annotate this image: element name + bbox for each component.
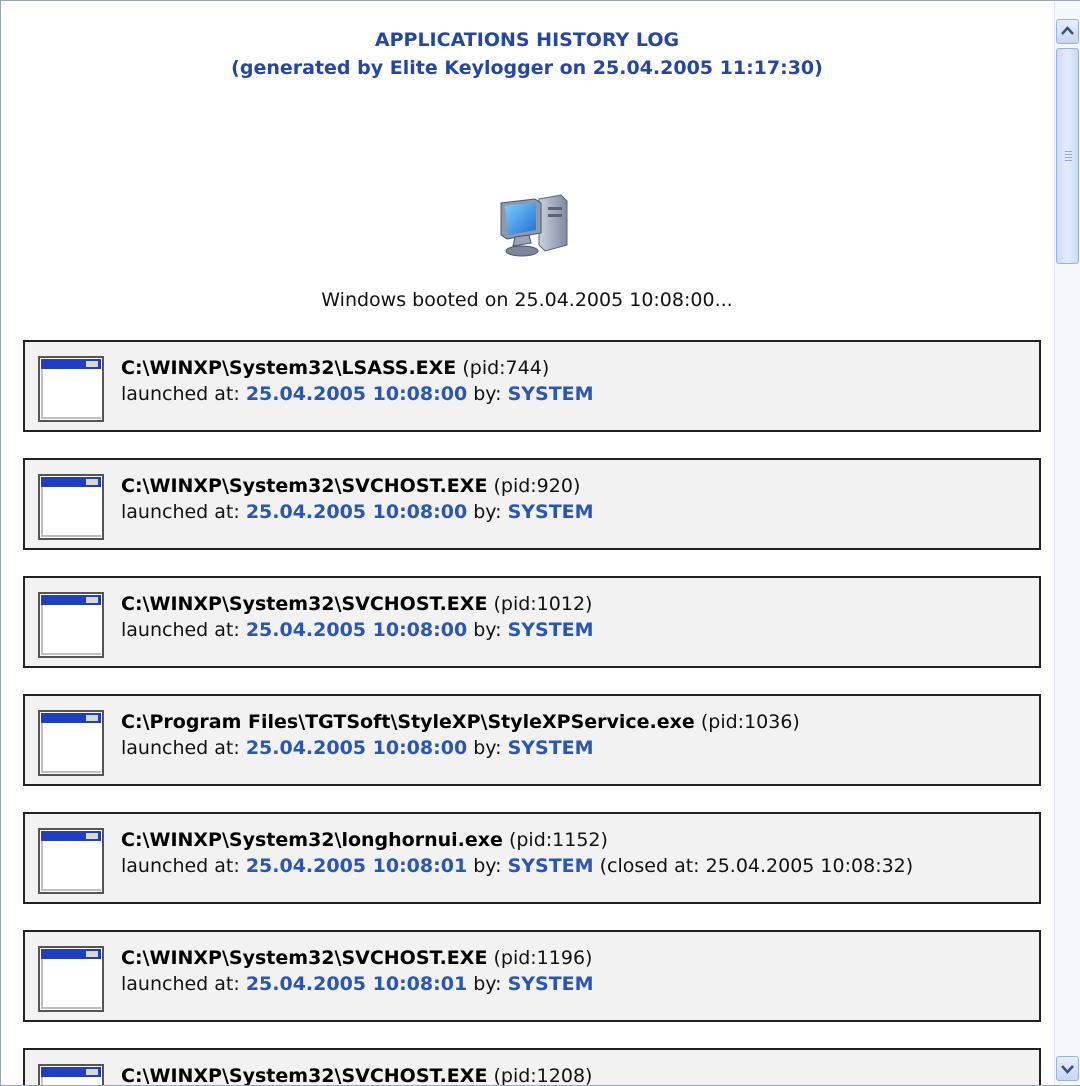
launch-user: SYSTEM xyxy=(507,973,594,995)
launch-time: 25.04.2005 10:08:01 xyxy=(245,855,468,877)
scroll-thumb[interactable] xyxy=(1056,48,1079,264)
log-entry: C:\WINXP\System32\SVCHOST.EXE (pid:1208)… xyxy=(23,1048,1041,1085)
log-entry: C:\WINXP\System32\SVCHOST.EXE (pid:920) l… xyxy=(23,458,1041,550)
vertical-scrollbar[interactable] xyxy=(1054,1,1080,1085)
launched-label: launched at: xyxy=(121,855,240,877)
launched-label: launched at: xyxy=(121,619,240,641)
log-entry: C:\WINXP\System32\longhornui.exe (pid:11… xyxy=(23,812,1041,904)
by-label: by: xyxy=(473,973,502,995)
launch-time: 25.04.2005 10:08:00 xyxy=(245,501,468,523)
entry-path: C:\WINXP\System32\longhornui.exe xyxy=(121,829,503,851)
launch-time: 25.04.2005 10:08:00 xyxy=(245,737,468,759)
entry-path: C:\WINXP\System32\SVCHOST.EXE xyxy=(121,593,488,615)
log-entry: C:\Program Files\TGTSoft\StyleXP\StyleXP… xyxy=(23,694,1041,786)
application-window-icon xyxy=(38,356,104,422)
application-window-icon xyxy=(38,592,104,658)
by-label: by: xyxy=(473,737,502,759)
closed-info: (closed at: 25.04.2005 10:08:32) xyxy=(599,855,914,877)
entry-line-2: launched at: 25.04.2005 10:08:01 by: SYS… xyxy=(121,971,594,997)
launched-label: launched at: xyxy=(121,973,240,995)
entry-line-2: launched at: 25.04.2005 10:08:00 by: SYS… xyxy=(121,617,594,643)
entry-pid: (pid:1152) xyxy=(508,829,608,851)
page-title: APPLICATIONS HISTORY LOG xyxy=(374,29,680,51)
launched-label: launched at: xyxy=(121,737,240,759)
entry-line-2: launched at: 25.04.2005 10:08:00 by: SYS… xyxy=(121,735,800,761)
by-label: by: xyxy=(473,855,502,877)
entry-line-1: C:\WINXP\System32\SVCHOST.EXE (pid:1208) xyxy=(121,1063,592,1085)
entry-pid: (pid:920) xyxy=(493,475,581,497)
launch-time: 25.04.2005 10:08:00 xyxy=(245,619,468,641)
entry-line-2: launched at: 25.04.2005 10:08:00 by: SYS… xyxy=(121,381,594,407)
chevron-up-icon xyxy=(1061,26,1074,35)
entry-pid: (pid:1012) xyxy=(493,593,593,615)
launch-user: SYSTEM xyxy=(507,737,594,759)
launch-user: SYSTEM xyxy=(507,501,594,523)
entry-line-1: C:\WINXP\System32\SVCHOST.EXE (pid:1196) xyxy=(121,945,594,971)
log-entry: C:\WINXP\System32\LSASS.EXE (pid:744) lau… xyxy=(23,340,1041,432)
scroll-down-button[interactable] xyxy=(1056,1056,1079,1081)
scroll-up-button[interactable] xyxy=(1056,19,1079,44)
application-window-icon xyxy=(38,828,104,894)
page-subtitle: (generated by Elite Keylogger on 25.04.2… xyxy=(231,57,823,79)
launch-time: 25.04.2005 10:08:00 xyxy=(245,383,468,405)
by-label: by: xyxy=(473,619,502,641)
by-label: by: xyxy=(473,501,502,523)
entry-path: C:\Program Files\TGTSoft\StyleXP\StyleXP… xyxy=(121,711,695,733)
chevron-down-icon xyxy=(1061,1065,1074,1074)
application-window-icon xyxy=(38,474,104,540)
launch-time: 25.04.2005 10:08:01 xyxy=(245,973,468,995)
entry-line-2: launched at: 25.04.2005 10:08:00 by: SYS… xyxy=(121,499,594,525)
application-window-icon xyxy=(38,710,104,776)
entry-path: C:\WINXP\System32\SVCHOST.EXE xyxy=(121,947,488,969)
entry-path: C:\WINXP\System32\SVCHOST.EXE xyxy=(121,1065,488,1085)
log-entry: C:\WINXP\System32\SVCHOST.EXE (pid:1196)… xyxy=(23,930,1041,1022)
entry-line-1: C:\WINXP\System32\SVCHOST.EXE (pid:920) xyxy=(121,473,594,499)
boot-message: Windows booted on 25.04.2005 10:08:00... xyxy=(321,289,733,311)
entry-line-1: C:\WINXP\System32\longhornui.exe (pid:11… xyxy=(121,827,913,853)
entry-line-1: C:\WINXP\System32\LSASS.EXE (pid:744) xyxy=(121,355,594,381)
entry-pid: (pid:744) xyxy=(462,357,550,379)
log-view: APPLICATIONS HISTORY LOG (generated by E… xyxy=(1,1,1053,1085)
launched-label: launched at: xyxy=(121,501,240,523)
computer-icon xyxy=(495,191,571,261)
application-window-icon xyxy=(38,946,104,1012)
entry-pid: (pid:1208) xyxy=(493,1065,593,1085)
launched-label: launched at: xyxy=(121,383,240,405)
entry-pid: (pid:1196) xyxy=(493,947,593,969)
launch-user: SYSTEM xyxy=(507,855,594,877)
by-label: by: xyxy=(473,383,502,405)
application-window-icon xyxy=(38,1064,104,1085)
entry-path: C:\WINXP\System32\SVCHOST.EXE xyxy=(121,475,488,497)
entry-path: C:\WINXP\System32\LSASS.EXE xyxy=(121,357,457,379)
entry-line-1: C:\WINXP\System32\SVCHOST.EXE (pid:1012) xyxy=(121,591,594,617)
launch-user: SYSTEM xyxy=(507,383,594,405)
entry-pid: (pid:1036) xyxy=(700,711,800,733)
entry-line-2: launched at: 25.04.2005 10:08:01 by: SYS… xyxy=(121,853,913,879)
launch-user: SYSTEM xyxy=(507,619,594,641)
log-entry: C:\WINXP\System32\SVCHOST.EXE (pid:1012)… xyxy=(23,576,1041,668)
entry-line-1: C:\Program Files\TGTSoft\StyleXP\StyleXP… xyxy=(121,709,800,735)
